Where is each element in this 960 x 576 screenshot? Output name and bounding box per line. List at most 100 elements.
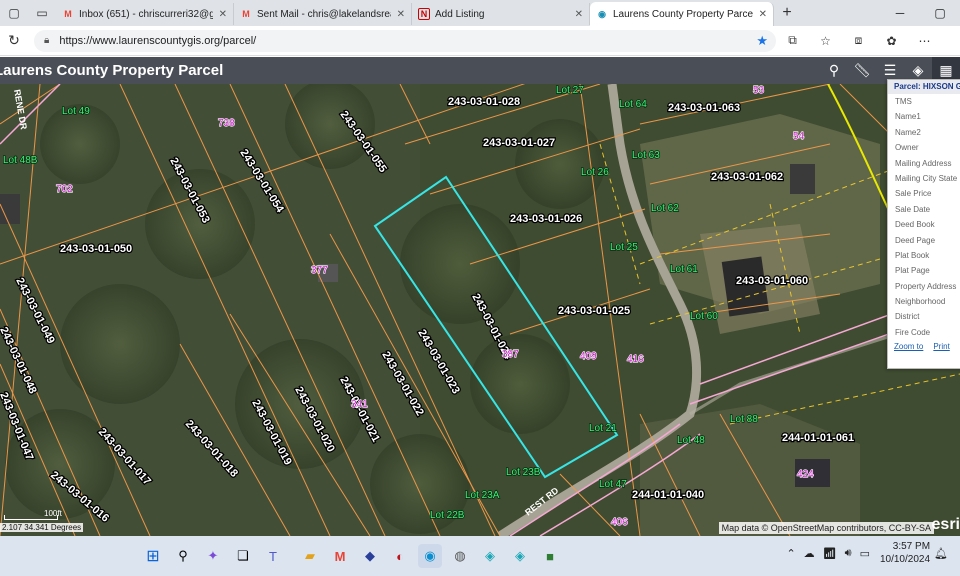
app-icon[interactable]: ◍ (448, 544, 472, 568)
address-number: 424 (797, 469, 814, 480)
app-icon[interactable]: ◆ (358, 544, 382, 568)
more-menu-icon[interactable]: ⋯ (908, 34, 941, 48)
task-view-icon[interactable]: ❏ (231, 544, 255, 568)
clock[interactable]: 3:57 PM 10/10/2024 (880, 540, 930, 566)
lot-label: Lot 63 (632, 150, 660, 161)
lot-label: Lot 88 (730, 414, 758, 425)
field-neighborhood: Neighborhood (895, 297, 946, 307)
close-icon[interactable]: ✕ (759, 9, 767, 20)
field-deed-page: Deed Page (895, 235, 936, 245)
parcel-label[interactable]: 243-03-01-028 (447, 95, 522, 110)
tab-add-listing[interactable]: N Add Listing ✕ (412, 3, 590, 25)
app-icon[interactable]: ◐ (388, 544, 412, 568)
tab-laurens-parcel[interactable]: ◉ Laurens County Property Parcel ✕ (590, 2, 774, 26)
lot-label: Lot 21 (589, 423, 617, 434)
map-view[interactable]: 243-03-01-028 243-03-01-063 243-03-01-02… (0, 84, 960, 536)
app-title: Laurens County Property Parcel (0, 62, 224, 79)
address-number: 406 (611, 517, 628, 528)
lot-label: Lot 27 (556, 85, 584, 96)
n-logo-icon: N (418, 8, 430, 20)
edge-icon[interactable]: ◉ (418, 544, 442, 568)
tab-title: Add Listing (435, 8, 485, 20)
parcel-label[interactable]: 243-03-01-062 (710, 170, 785, 185)
file-explorer-icon[interactable]: ▰ (298, 544, 322, 568)
lot-label: Lot 22B (430, 510, 465, 521)
lot-label: Lot 23A (465, 490, 500, 501)
tab-title: Laurens County Property Parcel (613, 8, 753, 20)
tab-actions-icon[interactable]: ▭ (28, 0, 56, 26)
window-controls: ─ ▢ (880, 0, 960, 26)
parcel-label[interactable]: 243-03-01-025 (557, 304, 632, 319)
lock-icon[interactable]: 🔒︎ (44, 35, 49, 46)
volume-icon[interactable]: 🔊︎ (845, 547, 852, 560)
app-header: Laurens County Property Parcel ⚲ 📏︎ ☰ ◈ … (0, 57, 960, 84)
gmail-icon: M (242, 9, 250, 19)
parcel-label[interactable]: 244-01-01-040 (631, 488, 706, 503)
address-number: 53 (753, 85, 765, 96)
lot-label: Lot 62 (651, 203, 679, 214)
parcel-label[interactable]: 243-03-01-063 (667, 101, 742, 116)
url-bar[interactable]: 🔒︎ https://www.laurenscountygis.org/parc… (34, 29, 776, 52)
gmail-icon[interactable]: M (328, 544, 352, 568)
parcel-label[interactable]: 243-03-01-050 (59, 242, 134, 257)
tab-sent-mail[interactable]: M Sent Mail - chris@lakelandsrealty.com … (234, 3, 412, 25)
app-icon[interactable]: ■ (538, 544, 562, 568)
address-number: 702 (56, 184, 73, 195)
search-icon[interactable]: ⚲ (171, 544, 195, 568)
app-icon[interactable]: ◈ (478, 544, 502, 568)
map-canvas: 243-03-01-028 243-03-01-063 243-03-01-02… (0, 84, 960, 536)
cloud-icon[interactable]: ☁ (804, 547, 815, 560)
time: 3:57 PM (892, 541, 931, 552)
favorite-star-icon[interactable]: ★ (756, 33, 768, 49)
close-icon[interactable]: ✕ (219, 9, 227, 20)
scale-label: 100ft (44, 509, 62, 518)
split-screen-icon[interactable]: ⧉ (776, 33, 809, 48)
copilot-icon[interactable]: ✦ (201, 544, 225, 568)
esri-logo: esri (931, 516, 960, 533)
parcel-label[interactable]: 243-03-01-060 (735, 274, 810, 289)
parcel-info-panel: Parcel: HIXSON G TMS Name1 Name2 Owner M… (887, 79, 960, 369)
tab-title: Sent Mail - chris@lakelandsrealty.com (257, 8, 391, 20)
zoom-to-link[interactable]: Zoom to (894, 342, 923, 351)
url-text: https://www.laurenscountygis.org/parcel/ (59, 34, 257, 47)
lot-label: Lot 47 (599, 479, 627, 490)
field-name1: Name1 (895, 112, 921, 122)
lot-label: Lot 49 (62, 106, 90, 117)
collections-icon[interactable]: ⧈ (842, 33, 875, 48)
workspaces-icon[interactable]: ▢ (0, 0, 28, 26)
parcel-label[interactable]: 243-03-01-027 (482, 136, 557, 151)
address-number: 377 (311, 265, 328, 276)
new-tab-button[interactable]: + (774, 4, 800, 22)
tab-inbox[interactable]: M Inbox (651) - chriscurreri32@gmail.com… (56, 3, 234, 25)
teams-icon[interactable]: T (261, 544, 285, 568)
extensions-icon[interactable]: ✿ (875, 34, 908, 48)
lot-label: Lot 48B (3, 155, 38, 166)
field-name2: Name2 (895, 127, 921, 137)
minimize-icon[interactable]: ─ (880, 6, 920, 20)
search-icon[interactable]: ⚲ (820, 57, 848, 84)
field-tms: TMS (895, 97, 912, 106)
lot-label: Lot 60 (690, 311, 718, 322)
field-sale-price: Sale Price (895, 189, 932, 199)
lot-label: Lot 64 (619, 99, 647, 110)
parcel-label[interactable]: 243-03-01-026 (509, 212, 584, 227)
parcel-label[interactable]: 244-01-01-061 (781, 431, 856, 446)
measure-icon[interactable]: 📏︎ (848, 57, 876, 84)
lot-label: Lot 25 (610, 242, 638, 253)
app-icon[interactable]: ◈ (508, 544, 532, 568)
notification-icon[interactable]: 🔔︎ (934, 547, 948, 560)
favorites-icon[interactable]: ☆ (809, 34, 842, 48)
taskbar-apps: ⊞ ⚲ ✦ ❏ T ▰ M ◆ ◐ ◉ ◍ ◈ ◈ ■ (138, 544, 565, 568)
close-icon[interactable]: ✕ (575, 9, 583, 20)
chevron-up-icon[interactable]: ⌃ (786, 547, 795, 560)
wifi-icon[interactable]: 📶︎ (823, 547, 837, 560)
print-link[interactable]: Print (933, 342, 949, 351)
map-attribution[interactable]: Map data © OpenStreetMap contributors, C… (718, 522, 934, 534)
refresh-icon[interactable]: ↻ (0, 32, 28, 49)
field-plat-book: Plat Book (895, 250, 930, 260)
battery-icon[interactable]: ▭ (860, 547, 870, 560)
lot-label: Lot 23B (506, 467, 541, 478)
close-icon[interactable]: ✕ (397, 9, 405, 20)
maximize-icon[interactable]: ▢ (920, 6, 960, 20)
start-icon[interactable]: ⊞ (141, 544, 165, 568)
